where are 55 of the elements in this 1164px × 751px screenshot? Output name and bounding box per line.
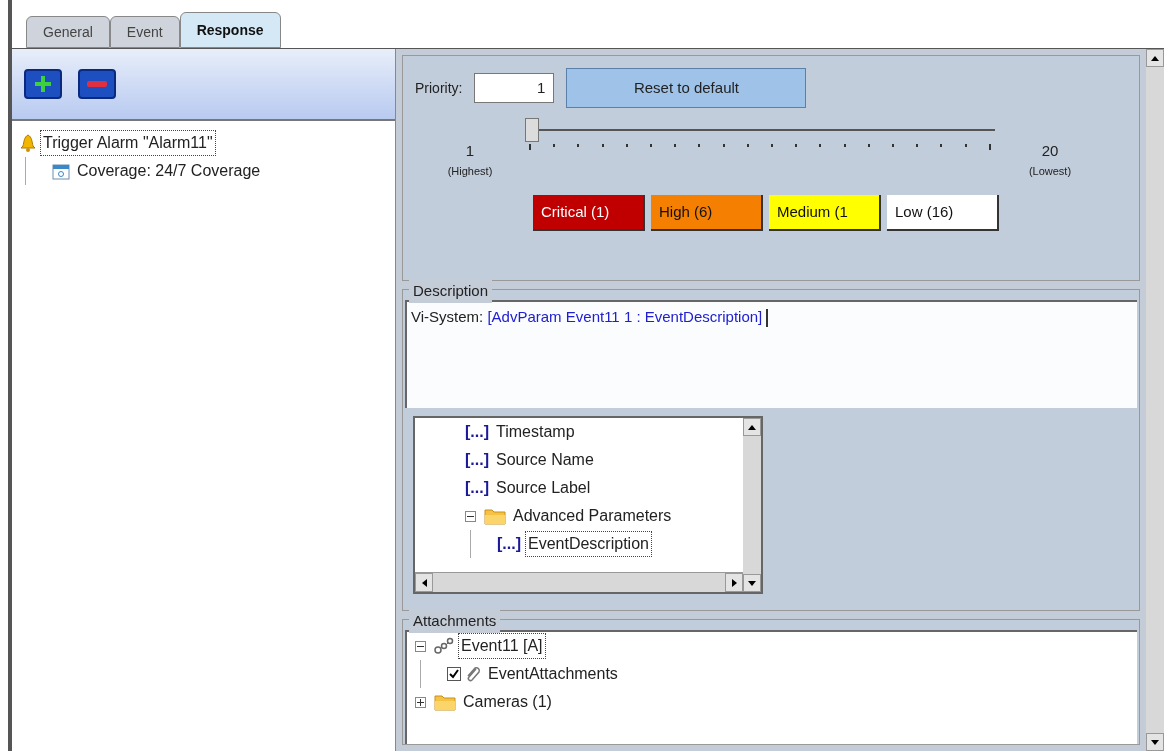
tree-item[interactable]: Coverage: 24/7 Coverage — [74, 158, 264, 184]
tree-item[interactable]: Cameras (1) — [460, 689, 555, 715]
expand-toggle-icon[interactable] — [415, 696, 426, 708]
tree-item[interactable]: Timestamp — [493, 419, 578, 445]
scroll-down-icon[interactable] — [743, 574, 761, 592]
tree-item[interactable]: Source Label — [493, 475, 594, 501]
group-title: Attachments — [409, 610, 501, 633]
priority-level[interactable]: Medium (1 — [769, 195, 881, 231]
scroll-left-icon[interactable] — [415, 573, 433, 592]
scroll-down-icon[interactable] — [1146, 733, 1164, 751]
priority-level[interactable]: Critical (1) — [533, 195, 645, 231]
parameter-marker: [...] — [465, 422, 489, 442]
add-button[interactable] — [24, 69, 62, 99]
group-title: Description — [409, 280, 493, 303]
tree-item[interactable]: Trigger Alarm "Alarm11" — [40, 130, 216, 156]
folder-icon — [434, 693, 456, 711]
scrollbar[interactable] — [1146, 49, 1164, 751]
min-value: 1 — [465, 141, 475, 161]
tab[interactable]: Response — [179, 12, 281, 48]
reset-button[interactable]: Reset to default — [566, 68, 807, 108]
scroll-up-icon[interactable] — [1146, 49, 1164, 67]
collapse-toggle-icon[interactable] — [465, 510, 476, 522]
checkbox[interactable] — [447, 667, 461, 681]
priority-label: Priority: — [415, 78, 463, 98]
tree-item[interactable]: Event11 [A] — [458, 633, 546, 659]
parameter-marker: [...] — [497, 534, 521, 554]
scrollbar[interactable] — [743, 418, 761, 592]
scroll-right-icon[interactable] — [725, 573, 743, 592]
description-field[interactable]: Vi-System: [AdvParam Event11 1 : EventDescription] — [405, 300, 1137, 408]
tab[interactable]: Event — [109, 16, 180, 48]
parameter-marker: [...] — [465, 450, 489, 470]
tree-item[interactable]: Source Name — [493, 447, 597, 473]
horizontal-scrollbar[interactable] — [415, 572, 743, 592]
nodes-icon — [434, 637, 454, 655]
tree-item[interactable]: EventDescription — [525, 531, 652, 557]
priority-level[interactable]: Low (16) — [887, 195, 999, 231]
priority-field[interactable]: 1 — [474, 73, 555, 103]
collapse-toggle-icon[interactable] — [415, 640, 426, 652]
tab[interactable]: General — [26, 16, 110, 48]
tree-item[interactable]: Advanced Parameters — [510, 503, 675, 529]
calendar-icon — [52, 162, 70, 180]
priority-level[interactable]: High (6) — [651, 195, 763, 231]
bell-icon — [20, 134, 36, 152]
scroll-up-icon[interactable] — [743, 418, 761, 436]
paperclip-icon — [465, 665, 481, 683]
max-value: 20 — [1041, 141, 1059, 161]
minus-icon — [86, 80, 108, 88]
remove-button[interactable] — [78, 69, 116, 99]
min-caption: (Highest) — [447, 163, 493, 179]
parameter-marker: [...] — [465, 478, 489, 498]
slider-thumb[interactable] — [525, 118, 539, 142]
plus-icon — [34, 75, 52, 93]
tree-item[interactable]: EventAttachments — [485, 661, 621, 687]
max-caption: (Lowest) — [1028, 163, 1072, 179]
folder-icon — [484, 507, 506, 525]
